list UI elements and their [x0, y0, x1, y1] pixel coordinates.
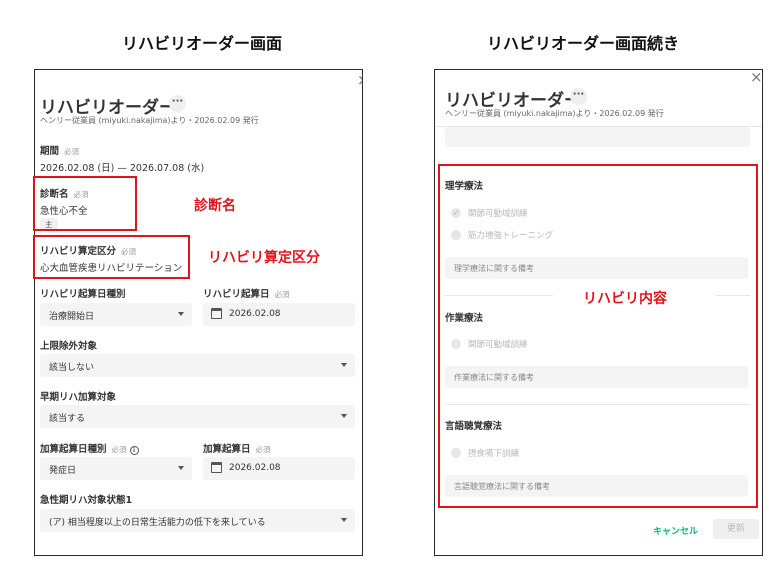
required-mark: 必須: [274, 290, 290, 299]
cancel-button[interactable]: キャンセル: [653, 524, 698, 537]
required-mark: 必須: [255, 445, 271, 454]
info-icon[interactable]: i: [129, 446, 139, 455]
calendar-icon: [211, 462, 222, 473]
limit-exclusion-label: 上限除外対象: [40, 341, 98, 352]
acute-state-label: 急性期リハ対象状態1: [40, 495, 133, 506]
issuer-subtitle: ヘンリー従業員 (miyuki.nakajima)より・2026.02.09 発…: [40, 116, 259, 125]
required-mark: 必須: [111, 445, 127, 454]
update-button[interactable]: 更新: [713, 519, 759, 539]
period-label: 期間 必須: [40, 146, 80, 157]
acute-state-select[interactable]: (ア) 相当程度以上の日常生活能力の低下を来している: [40, 509, 355, 532]
start-type-label: リハビリ起算日種別: [40, 289, 126, 300]
caption-right: リハビリオーダー画面続き: [487, 34, 680, 53]
chevron-down-icon: [341, 363, 347, 367]
category-annotation: リハビリ算定区分: [208, 250, 320, 266]
diagnosis-highlight-box: [33, 176, 137, 231]
start-type-select[interactable]: 治療開始日: [40, 303, 192, 326]
close-icon[interactable]: ×: [357, 73, 362, 88]
required-mark: 必須: [64, 147, 80, 156]
chevron-down-icon: [178, 312, 184, 316]
chevron-down-icon: [178, 466, 184, 470]
caption-left: リハビリオーダー画面: [122, 34, 283, 53]
category-highlight-box: [33, 235, 190, 279]
addition-date-picker[interactable]: 2026.02.08: [203, 457, 355, 480]
close-icon[interactable]: ×: [750, 70, 762, 85]
limit-exclusion-select[interactable]: 該当しない: [40, 354, 355, 377]
order-panel-left: × リハビリオーダー ··· ヘンリー従業員 (miyuki.nakajima)…: [34, 69, 363, 556]
early-addition-select[interactable]: 該当する: [40, 405, 355, 428]
content-annotation: リハビリ内容: [583, 291, 667, 307]
previous-field-stub[interactable]: [445, 127, 750, 147]
chevron-down-icon: [341, 518, 347, 522]
start-date-picker[interactable]: 2026.02.08: [203, 303, 355, 326]
diagnosis-annotation: 診断名: [194, 198, 236, 214]
addition-date-label: 加算起算日 必須: [203, 444, 271, 455]
start-date-label: リハビリ起算日 必須: [203, 289, 290, 300]
calendar-icon: [211, 308, 222, 319]
more-icon[interactable]: ···: [169, 95, 186, 112]
content-highlight-box: [438, 164, 758, 508]
issuer-subtitle: ヘンリー従業員 (miyuki.nakajima)より・2026.02.09 発…: [445, 109, 664, 118]
chevron-down-icon: [341, 414, 347, 418]
addition-type-label: 加算起算日種別 必須 i: [40, 441, 139, 455]
more-icon[interactable]: ···: [570, 88, 587, 105]
period-value[interactable]: 2026.02.08 (日) — 2026.07.08 (水): [40, 160, 204, 174]
early-addition-label: 早期リハ加算対象: [40, 392, 117, 403]
addition-type-select[interactable]: 発症日: [40, 457, 192, 480]
